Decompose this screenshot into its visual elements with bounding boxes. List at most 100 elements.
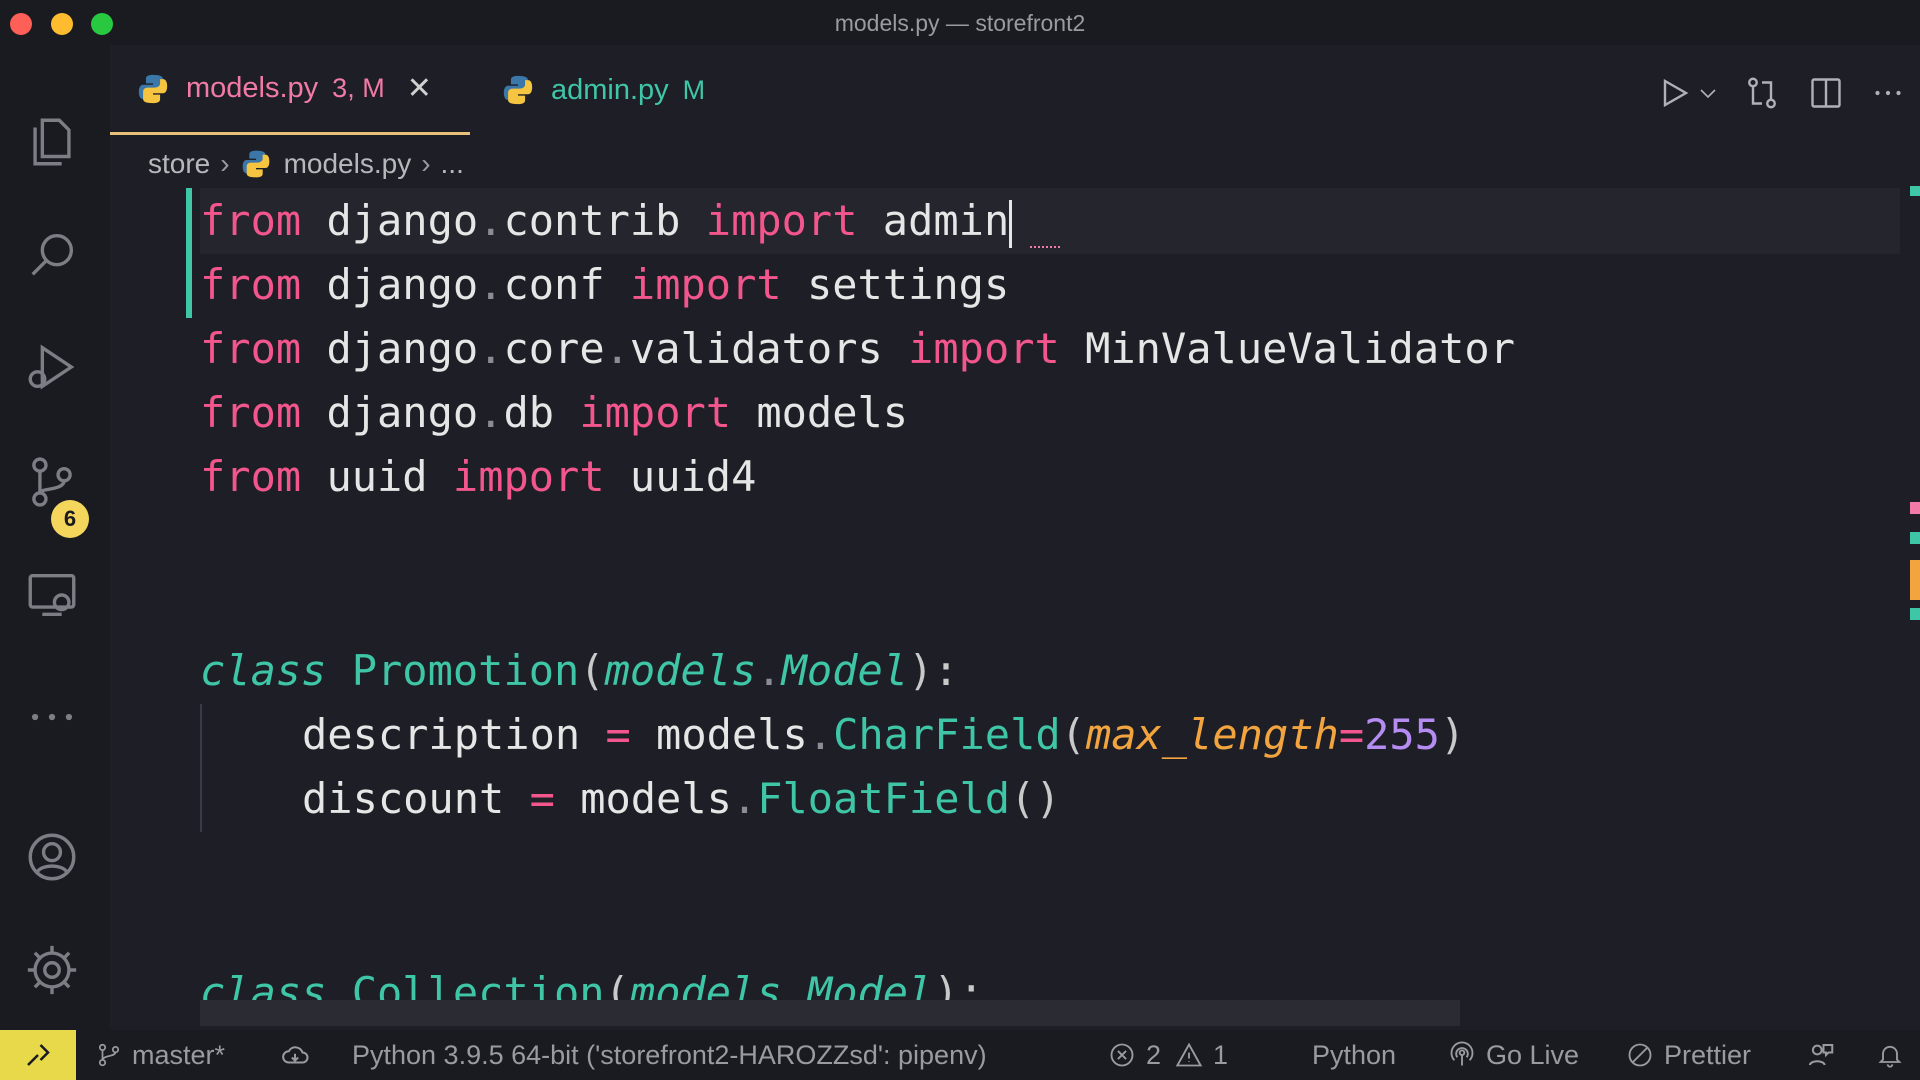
git-branch-icon — [98, 1043, 120, 1067]
overview-ruler-marker — [1910, 608, 1920, 620]
accounts-icon[interactable] — [20, 825, 84, 889]
horizontal-scrollbar[interactable] — [200, 1000, 1460, 1026]
language-mode[interactable]: Python — [1312, 1030, 1396, 1080]
notifications-button[interactable] — [1876, 1030, 1914, 1080]
open-changes-icon[interactable] — [1744, 75, 1780, 111]
keyword: import — [908, 324, 1060, 373]
class-name: Promotion — [351, 646, 580, 695]
identifier: models — [656, 710, 808, 759]
prettier-button[interactable]: Prettier — [1626, 1030, 1751, 1080]
identifier: models — [756, 388, 909, 437]
more-actions-icon[interactable] — [1870, 75, 1906, 111]
source-control-badge: 6 — [51, 500, 89, 538]
feedback-button[interactable] — [1806, 1030, 1846, 1080]
error-count: 2 — [1146, 1039, 1162, 1070]
identifier: description — [302, 710, 581, 759]
breadcrumb-folder[interactable]: store — [148, 148, 210, 180]
remote-icon — [27, 1044, 50, 1066]
python-file-icon — [138, 74, 168, 103]
gutter-modified-marker — [186, 188, 192, 318]
code-line-description: description = models.CharField(max_lengt… — [302, 710, 1466, 759]
breadcrumb: store › models.py › ... — [148, 140, 464, 188]
status-bar: master* Python 3.9.5 64-bit ('storefront… — [0, 1030, 1920, 1080]
cloud-sync-icon — [282, 1046, 309, 1064]
identifier: models — [604, 646, 757, 695]
identifier: validators — [629, 324, 883, 373]
editor-tabs: models.py 3, M ✕ admin.py M — [110, 45, 1920, 135]
keyword: class — [200, 646, 327, 695]
identifier: uuid — [326, 452, 428, 501]
interpreter-label: Python 3.9.5 64-bit ('storefront2-HAROZZ… — [352, 1039, 987, 1070]
keyword: from — [200, 260, 302, 309]
chevron-right-icon: › — [421, 148, 431, 179]
sync-button[interactable] — [280, 1030, 320, 1080]
settings-gear-icon[interactable] — [20, 938, 84, 1002]
keyword: from — [200, 452, 302, 501]
code-line-5: from uuid import uuid4 — [200, 446, 756, 508]
go-live-button[interactable]: Go Live — [1448, 1030, 1579, 1080]
prettier-check-icon — [1628, 1043, 1652, 1067]
keyword: import — [579, 388, 732, 437]
indent-guide — [200, 704, 202, 832]
text-cursor — [1009, 199, 1013, 248]
identifier: conf — [503, 260, 605, 309]
identifier: MinValueValidator — [1085, 324, 1515, 373]
language-label: Python — [1312, 1039, 1397, 1070]
code-line-2: from django.conf import settings — [200, 260, 1010, 309]
code-line-1: from django.contrib import admin — [200, 190, 1013, 252]
code-line-discount: discount = models.FloatField() — [302, 774, 1061, 823]
identifier: Model — [781, 646, 909, 695]
tab-models-py[interactable]: models.py 3, M ✕ — [110, 45, 470, 135]
window-title: models.py — storefront2 — [834, 10, 1086, 36]
more-icon[interactable] — [20, 685, 84, 749]
python-file-icon — [503, 75, 533, 105]
identifier: django — [326, 324, 479, 373]
search-icon[interactable] — [20, 223, 84, 287]
identifier: admin — [882, 196, 1010, 245]
close-tab-icon[interactable]: ✕ — [407, 71, 432, 106]
overview-ruler-marker — [1910, 502, 1920, 514]
function-call: CharField — [833, 710, 1061, 759]
problems-indicator[interactable]: 2 1 — [1108, 1030, 1228, 1080]
explorer-icon[interactable] — [20, 110, 84, 174]
remote-indicator[interactable] — [0, 1030, 76, 1080]
code-line-4: from django.db import models — [200, 388, 909, 437]
tab-label: models.py — [186, 72, 319, 104]
chevron-down-icon[interactable] — [1696, 75, 1720, 111]
identifier: django — [326, 388, 479, 437]
keyword: import — [452, 452, 605, 501]
number: 255 — [1364, 710, 1440, 759]
warning-icon — [1175, 1042, 1203, 1067]
code-line-3: from django.core.validators import MinVa… — [200, 324, 1515, 373]
keyword: import — [629, 260, 782, 309]
code-line-class-promotion: class Promotion(models.Model): — [200, 646, 959, 695]
bell-icon — [1878, 1045, 1902, 1068]
function-call: FloatField — [757, 774, 1011, 823]
chevron-right-icon: › — [220, 148, 230, 179]
tab-admin-py[interactable]: admin.py M — [475, 45, 745, 135]
python-interpreter[interactable]: Python 3.9.5 64-bit ('storefront2-HAROZZ… — [352, 1030, 987, 1080]
code-editor[interactable]: from django.contrib import admin from dj… — [110, 186, 1920, 1030]
tab-status: 3, M — [332, 73, 385, 103]
split-editor-icon[interactable] — [1808, 75, 1844, 111]
overview-ruler-marker — [1910, 532, 1920, 544]
branch-indicator[interactable]: master* — [96, 1030, 225, 1080]
remote-explorer-icon[interactable] — [20, 563, 84, 627]
parameter: max_length — [1085, 710, 1339, 759]
run-debug-icon[interactable] — [20, 335, 84, 399]
activity-bar: 6 — [0, 45, 110, 1030]
operator: = — [529, 774, 555, 823]
tab-status: M — [682, 74, 706, 105]
overview-ruler-marker — [1910, 560, 1920, 600]
feedback-icon — [1808, 1044, 1834, 1066]
broadcast-icon — [1450, 1041, 1474, 1066]
prettier-label: Prettier — [1664, 1039, 1752, 1070]
warning-count: 1 — [1213, 1039, 1229, 1070]
identifier: django — [326, 196, 479, 245]
breadcrumb-symbol[interactable]: ... — [441, 148, 464, 180]
python-file-icon — [242, 150, 269, 178]
identifier: db — [503, 388, 555, 437]
breadcrumb-file[interactable]: models.py — [284, 148, 412, 180]
run-file-icon[interactable] — [1656, 75, 1692, 111]
branch-name: master* — [132, 1039, 226, 1070]
